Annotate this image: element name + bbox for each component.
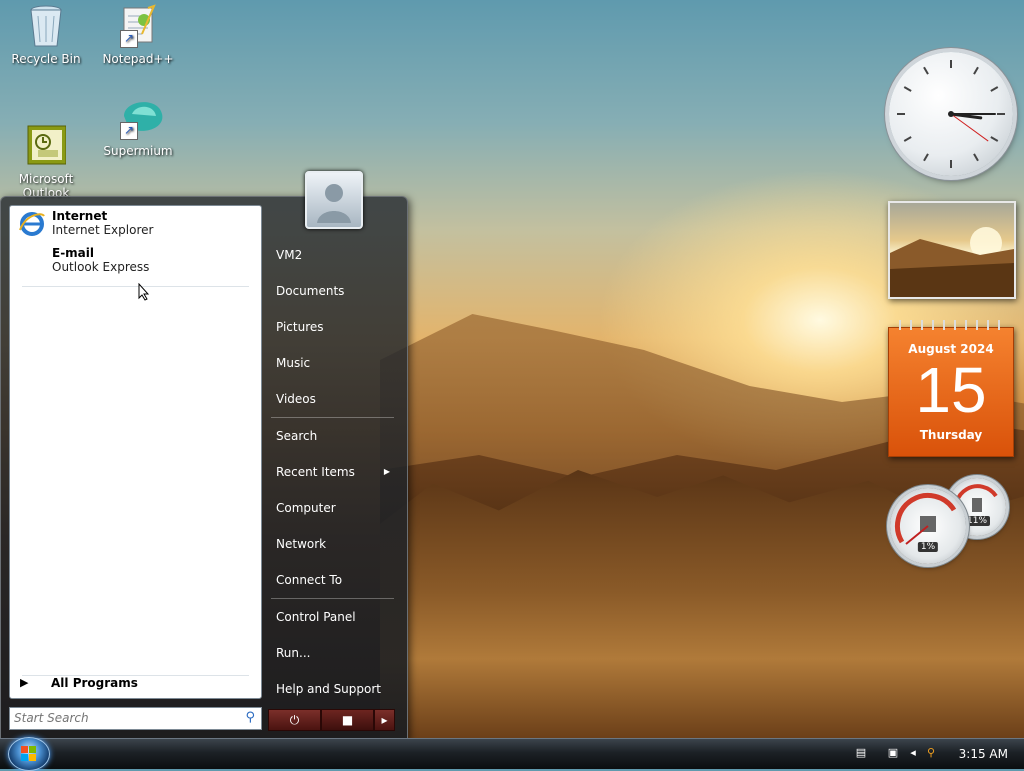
all-programs-button[interactable]: ▶ All Programs (10, 672, 261, 694)
outlook-icon (26, 110, 67, 165)
calendar-weekday: Thursday (919, 428, 983, 442)
start-item-videos[interactable]: Videos (267, 381, 402, 417)
clock-tick (973, 66, 979, 75)
cpu-percent: 1% (917, 542, 939, 552)
memory-percent: 11% (963, 516, 991, 526)
chevron-right-icon: ▶ (20, 676, 29, 689)
start-item-recent-items[interactable]: Recent Items ▶ (267, 454, 402, 490)
cpu-dial: 1% (890, 488, 966, 564)
calendar-gadget[interactable]: August 2024 15 Thursday (888, 320, 1014, 457)
search-icon[interactable]: ⚲ (924, 747, 938, 759)
recycle-bin-icon (26, 4, 66, 48)
clock-tick (923, 153, 929, 162)
clock-tick (903, 136, 912, 142)
internet-explorer-icon (19, 212, 45, 236)
volume-icon[interactable]: ◂ (906, 747, 920, 759)
pinned-subtitle: Outlook Express (52, 260, 150, 274)
pinned-title: E-mail (52, 246, 95, 260)
start-menu: Internet Internet Explorer E-mail Outloo… (0, 171, 408, 740)
desktop-icon-recycle-bin[interactable]: Recycle Bin (6, 4, 86, 66)
desktop-icon-label: Recycle Bin (11, 52, 81, 66)
lock-icon: ■ (341, 713, 354, 727)
start-item-help-and-support[interactable]: Help and Support (267, 671, 402, 707)
separator (22, 286, 249, 287)
cpu-meter-gadget[interactable]: 11% 1% (888, 474, 1014, 570)
clock-tick (990, 86, 999, 92)
shortcut-arrow-icon: ↗ (120, 30, 138, 48)
pinned-title: Internet (52, 209, 108, 223)
calendar-day: 15 (915, 354, 987, 426)
start-item-network[interactable]: Network (267, 526, 402, 562)
start-item-run[interactable]: Run... (267, 635, 402, 671)
slideshow-photo (890, 227, 1014, 297)
desktop-icon-supermium[interactable]: ↗ Supermium (98, 96, 178, 158)
clock-second-hand (950, 113, 989, 142)
clock-gadget[interactable] (889, 52, 1013, 176)
lock-button[interactable]: ■ (321, 709, 374, 731)
windows-logo-icon (21, 746, 37, 762)
power-icon: ⏻ (289, 713, 300, 727)
submenu-arrow-icon: ▶ (383, 467, 390, 476)
user-picture[interactable] (305, 171, 363, 229)
pinned-subtitle: Internet Explorer (52, 223, 154, 237)
pinned-item-email[interactable]: E-mail Outlook Express (10, 243, 261, 280)
clock-face (897, 60, 1005, 168)
search-icon[interactable]: ⚲ (245, 710, 255, 725)
all-programs-label: All Programs (51, 676, 138, 690)
start-item-documents[interactable]: Documents (267, 273, 402, 309)
start-item-control-panel[interactable]: Control Panel (267, 599, 402, 635)
desktop-icon-label: Notepad++ (102, 52, 174, 66)
desktop-icon-notepad-plus-plus[interactable]: ↗ Notepad++ (98, 4, 178, 66)
taskbar-clock[interactable]: 3:15 AM (959, 739, 1008, 769)
start-menu-places-pane: VM2 Documents Pictures Music Videos Sear… (267, 237, 402, 707)
start-item-vm2[interactable]: VM2 (267, 237, 402, 273)
shutdown-options-button[interactable]: ▸ (374, 709, 395, 731)
desktop-icon-label: Supermium (103, 144, 173, 158)
start-item-pictures[interactable]: Pictures (267, 309, 402, 345)
clock-tick (973, 153, 979, 162)
start-button[interactable] (8, 737, 50, 771)
clock-tick (923, 66, 929, 75)
clock-tick (990, 136, 999, 142)
system-tray: ▤ ▣ ◂ ⚲ 3:15 AM (854, 739, 1024, 769)
shortcut-arrow-icon: ↗ (120, 122, 138, 140)
recent-items-label: Recent Items (276, 465, 355, 479)
start-item-music[interactable]: Music (267, 345, 402, 381)
start-search-input[interactable] (10, 708, 233, 727)
power-buttons: ⏻ ■ ▸ (268, 709, 395, 731)
power-button[interactable]: ⏻ (268, 709, 321, 731)
arrow-right-icon: ▸ (381, 713, 388, 727)
clock-tick (903, 86, 912, 92)
network-icon[interactable]: ▣ (886, 747, 900, 759)
calendar-rings (893, 320, 1009, 330)
notepad-plus-plus-icon: ↗ (118, 4, 158, 48)
taskbar: ▤ ▣ ◂ ⚲ 3:15 AM (0, 737, 1024, 771)
mouse-cursor-icon (138, 283, 150, 301)
start-item-connect-to[interactable]: Connect To (267, 562, 402, 598)
slideshow-gadget[interactable] (888, 201, 1016, 299)
pinned-item-internet[interactable]: Internet Internet Explorer (10, 206, 261, 243)
start-item-computer[interactable]: Computer (267, 490, 402, 526)
start-menu-programs-pane: Internet Internet Explorer E-mail Outloo… (9, 205, 262, 699)
supermium-icon: ↗ (118, 96, 163, 140)
start-search-box[interactable]: ⚲ (9, 707, 262, 730)
keyboard-icon[interactable]: ▤ (854, 747, 868, 759)
start-item-search[interactable]: Search (267, 418, 402, 454)
